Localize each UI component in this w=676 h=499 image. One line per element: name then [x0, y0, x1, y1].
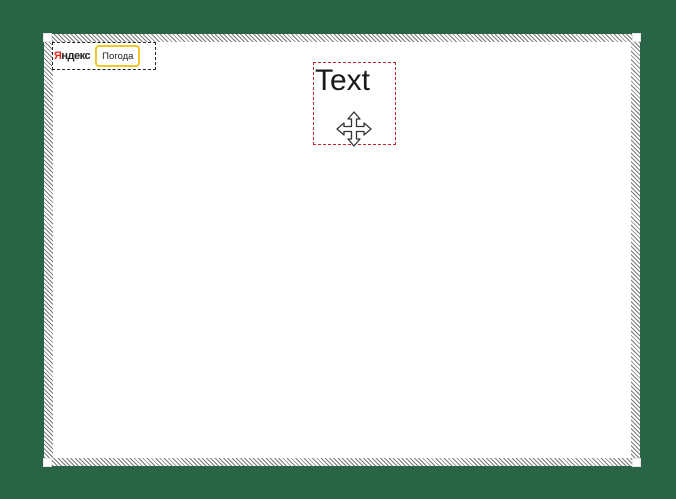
editor-stage: Яндекс Погода Text [0, 0, 676, 499]
text-element[interactable]: Text [313, 62, 396, 147]
resize-handle-bottom-right[interactable] [632, 458, 641, 467]
move-arrows-icon[interactable] [334, 109, 374, 149]
resize-handle-top-right[interactable] [632, 33, 641, 42]
weather-button[interactable]: Погода [95, 45, 141, 67]
yandex-logo-rest: ндекс [61, 49, 91, 62]
yandex-logo: Яндекс [54, 49, 91, 62]
resize-handle-bottom-left[interactable] [43, 458, 52, 467]
yandex-weather-widget[interactable]: Яндекс Погода [52, 42, 156, 70]
text-element-content: Text [315, 64, 371, 97]
resize-handle-top-left[interactable] [43, 33, 52, 42]
